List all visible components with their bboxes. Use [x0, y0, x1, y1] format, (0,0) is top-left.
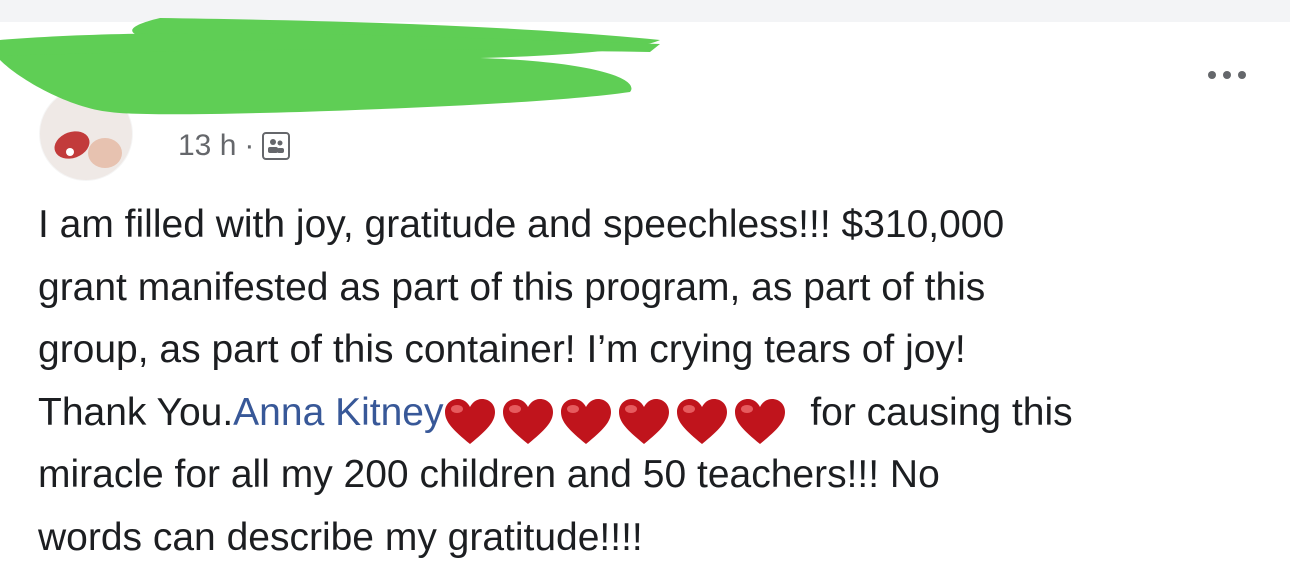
post-text: for causing this — [799, 390, 1073, 434]
red-heart-icon — [445, 399, 496, 445]
heart-emoji-group — [443, 390, 791, 453]
red-heart-icon — [735, 399, 786, 445]
post-text-line: I am filled with joy, gratitude and spee… — [38, 203, 1005, 246]
post-text-line: words can describe my gratitude!!!! — [38, 515, 643, 559]
post-meta: 13 h · — [178, 126, 291, 166]
avatar-shape — [50, 126, 94, 164]
post-text-line: miracle for all my 200 children and 50 t… — [38, 453, 940, 496]
timestamp-link[interactable]: 13 h — [178, 129, 236, 163]
avatar-shape — [88, 138, 122, 168]
meta-separator: · — [244, 129, 255, 162]
more-dot — [1208, 71, 1216, 79]
facebook-post-card: …ka 13 h · I am filled with joy, gratitu… — [0, 0, 1290, 577]
group-audience-icon[interactable] — [262, 132, 291, 160]
mention-link[interactable]: Anna Kitney — [233, 391, 443, 434]
more-options-icon[interactable] — [1195, 60, 1259, 90]
post-body: I am filled with joy, gratitude and spee… — [38, 194, 1268, 569]
red-heart-icon — [561, 399, 612, 445]
post-text-line: Thank You.Anna Kitney for causing this — [38, 382, 1268, 445]
red-heart-icon — [503, 399, 554, 445]
top-strip — [0, 0, 1290, 22]
avatar-shape — [66, 148, 74, 156]
author-name[interactable]: …ka — [150, 74, 220, 113]
post-text: Thank You. — [38, 390, 234, 434]
more-dot — [1223, 71, 1231, 79]
post-text-line: grant manifested as part of this program… — [38, 265, 986, 309]
red-heart-icon — [619, 399, 670, 445]
post-text-line: group, as part of this container! I’m cr… — [38, 328, 966, 371]
more-dot — [1238, 71, 1246, 79]
red-heart-icon — [677, 399, 728, 445]
avatar[interactable] — [40, 88, 132, 180]
